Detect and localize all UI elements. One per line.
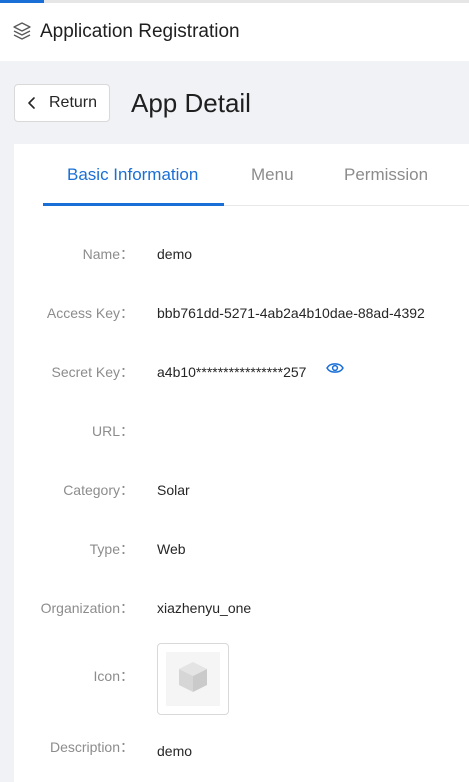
active-tab-indicator	[43, 203, 224, 206]
field-label: Organization：	[40, 600, 134, 616]
app-header: Application Registration	[0, 3, 469, 61]
field-value: demo	[157, 743, 193, 759]
field-description: Description： demo	[14, 735, 469, 759]
field-type: Type： Web	[14, 537, 469, 561]
app-icon-thumbnail[interactable]	[157, 643, 229, 715]
field-value: bbb761dd-5271-4ab2a4b10dae-88ad-4392	[157, 305, 425, 321]
field-label: Secret Key：	[51, 364, 134, 380]
field-access-key: Access Key： bbb761dd-5271-4ab2a4b10dae-8…	[14, 301, 469, 325]
field-label: URL：	[91, 423, 134, 439]
field-icon: Icon：	[14, 664, 469, 688]
field-url: URL：	[14, 419, 469, 443]
chevron-left-icon	[25, 96, 39, 110]
layers-icon	[11, 21, 33, 43]
tab-basic-information[interactable]: Basic Information	[67, 144, 198, 206]
field-value: Solar	[157, 482, 190, 498]
tab-menu[interactable]: Menu	[251, 144, 294, 206]
field-name: Name： demo	[14, 242, 469, 266]
field-label: Access Key：	[46, 305, 134, 321]
field-organization: Organization： xiazhenyu_one	[14, 596, 469, 620]
field-value: demo	[157, 246, 193, 262]
page-title: App Detail	[131, 88, 251, 118]
return-button-label: Return	[49, 94, 98, 111]
return-button[interactable]: Return	[14, 84, 110, 122]
field-value: xiazhenyu_one	[157, 600, 252, 616]
field-label: Type：	[89, 541, 134, 557]
field-category: Category： Solar	[14, 478, 469, 502]
app-icon-image	[166, 652, 220, 706]
detail-card: Basic Information Menu Permission Name： …	[14, 144, 469, 782]
field-value: Web	[157, 541, 186, 557]
field-label: Name：	[82, 246, 134, 262]
field-label: Description：	[49, 739, 134, 755]
cube-icon	[175, 659, 211, 700]
field-value: a4b10****************257	[157, 364, 307, 380]
app-title: Application Registration	[40, 21, 240, 42]
field-label: Category：	[63, 482, 134, 498]
field-secret-key: Secret Key： a4b10****************257	[14, 360, 469, 384]
tab-permission[interactable]: Permission	[344, 144, 428, 206]
field-label: Icon：	[93, 668, 134, 684]
eye-icon[interactable]	[326, 361, 344, 375]
page-bar: Return App Detail	[0, 61, 469, 144]
tab-bar: Basic Information Menu Permission	[43, 144, 469, 206]
